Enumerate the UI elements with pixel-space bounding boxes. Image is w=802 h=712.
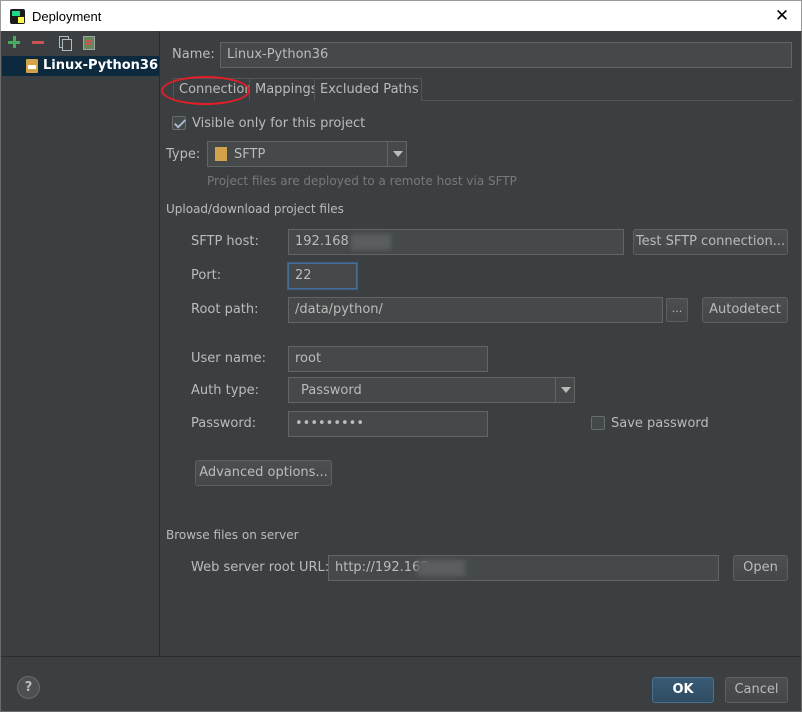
server-item-label: Linux-Python36 [43, 58, 159, 73]
pycharm-app-icon [10, 9, 25, 24]
chevron-down-icon [555, 378, 574, 402]
annotation-circle [161, 76, 250, 105]
sftp-server-icon [26, 59, 38, 73]
close-window-icon[interactable]: ✕ [771, 5, 793, 27]
ok-button[interactable]: OK [652, 677, 714, 703]
tab-excluded-paths[interactable]: Excluded Paths [314, 78, 422, 101]
auth-type-value: Password [301, 383, 362, 398]
remove-icon[interactable] [30, 34, 46, 50]
autodetect-button[interactable]: Autodetect [702, 297, 788, 323]
test-connection-button[interactable]: Test SFTP connection... [633, 229, 788, 255]
sftp-host-field[interactable]: 192.168 [288, 229, 624, 255]
tab-mappings[interactable]: Mappings [249, 78, 318, 101]
dialog-footer: ? OK Cancel [1, 656, 801, 711]
server-list-toolbar [1, 31, 160, 55]
save-password-label: Save password [611, 416, 709, 431]
name-field[interactable]: Linux-Python36 [220, 42, 792, 68]
use-as-default-icon[interactable] [80, 34, 96, 50]
copy-icon[interactable] [56, 34, 72, 51]
auth-type-label: Auth type: [191, 383, 260, 398]
root-path-field[interactable]: /data/python/ [288, 297, 663, 323]
type-label: Type: [166, 147, 201, 162]
password-field[interactable]: ••••••••• [288, 411, 488, 437]
server-list-item[interactable]: Linux-Python36 [2, 56, 159, 76]
username-label: User name: [191, 351, 267, 366]
browse-button[interactable]: ... [666, 298, 688, 322]
visible-only-label: Visible only for this project [192, 116, 366, 131]
open-button[interactable]: Open [733, 555, 788, 581]
visible-only-checkbox[interactable] [172, 116, 186, 130]
cancel-button[interactable]: Cancel [725, 677, 788, 703]
type-select[interactable]: SFTP [207, 141, 407, 167]
sftp-host-value: 192.168 [295, 234, 349, 249]
add-icon[interactable] [6, 34, 22, 50]
port-field[interactable]: 22 [288, 263, 357, 289]
advanced-options-button[interactable]: Advanced options... [195, 460, 332, 486]
type-hint: Project files are deployed to a remote h… [207, 174, 517, 188]
web-root-value: http://192.168 [335, 560, 429, 575]
upload-section-title: Upload/download project files [166, 202, 344, 216]
server-list-panel: Linux-Python36 [1, 31, 160, 656]
browse-section-title: Browse files on server [166, 528, 299, 542]
help-icon[interactable]: ? [17, 676, 40, 699]
redaction-blur [417, 560, 465, 576]
port-label: Port: [191, 268, 222, 283]
username-field[interactable]: root [288, 346, 488, 372]
server-settings-panel: Name: Linux-Python36 Connection Mappings… [161, 31, 801, 656]
sftp-host-label: SFTP host: [191, 234, 259, 249]
password-label: Password: [191, 416, 257, 431]
window-title: Deployment [32, 9, 102, 24]
chevron-down-icon [387, 142, 406, 166]
sftp-type-icon [215, 147, 227, 161]
name-label: Name: [172, 47, 215, 62]
web-root-label: Web server root URL: [191, 560, 330, 575]
redaction-blur [351, 234, 391, 250]
save-password-checkbox[interactable] [591, 416, 605, 430]
window-title-bar: Deployment ✕ [0, 0, 802, 31]
root-path-label: Root path: [191, 302, 259, 317]
web-root-field[interactable]: http://192.168 [328, 555, 719, 581]
type-value: SFTP [234, 147, 266, 162]
auth-type-select[interactable]: Password [288, 377, 575, 403]
